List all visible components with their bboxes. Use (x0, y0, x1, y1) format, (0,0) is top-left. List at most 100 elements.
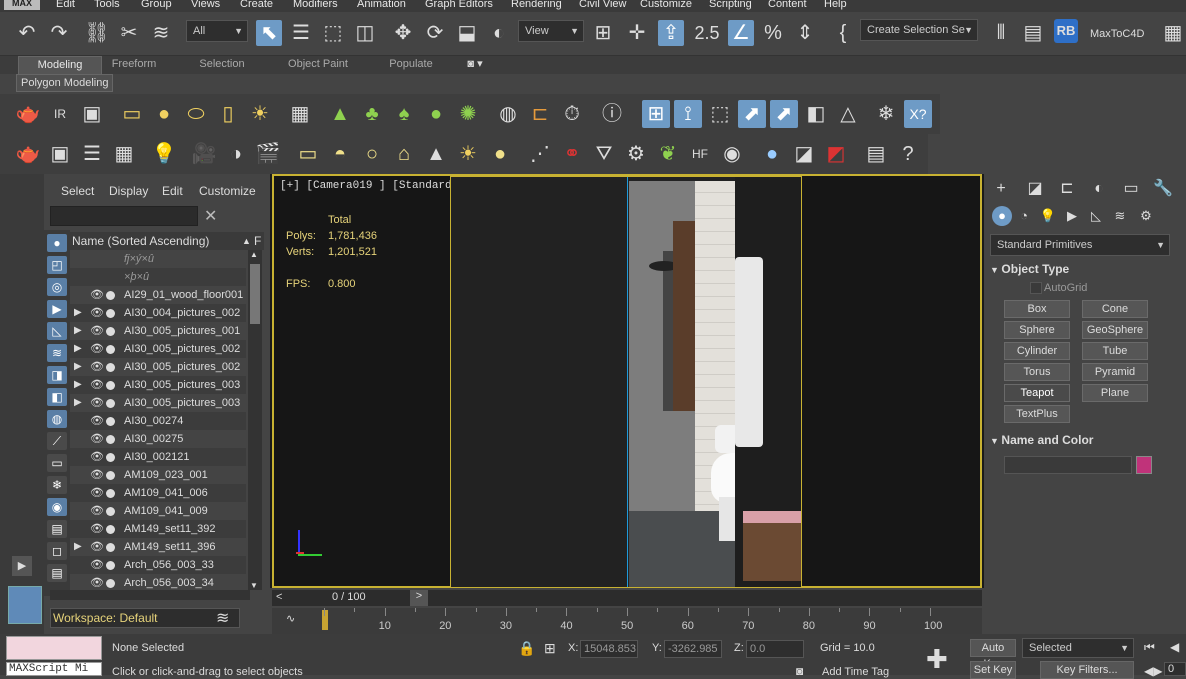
list-item[interactable]: ▶ 👁 AI30_004_pictures_002 (70, 304, 246, 322)
xp-icon[interactable]: X? (904, 100, 932, 128)
object-type-rollout[interactable]: ▼ Object Type (990, 262, 1166, 276)
rotate-icon[interactable]: ⟳ (422, 20, 448, 46)
list-item[interactable]: 👁 AM109_041_006 (70, 484, 246, 502)
filter-lights-icon[interactable]: ◎ (47, 278, 67, 296)
move-icon[interactable]: ✥ (390, 20, 416, 46)
systems-icon[interactable]: ⚙ (1136, 206, 1156, 226)
visibility-eye-icon[interactable]: 👁 (90, 520, 104, 538)
menu-se-customize[interactable]: Customize (199, 184, 256, 198)
visibility-eye-icon[interactable]: 👁 (90, 412, 104, 430)
place-icon[interactable]: ◐ (486, 20, 512, 46)
visibility-eye-icon[interactable]: 👁 (90, 502, 104, 520)
edit-named-selection-icon[interactable]: { (830, 20, 856, 46)
cone-button[interactable]: Cone (1082, 300, 1148, 318)
curve-editor-icon[interactable]: ∿ (286, 612, 295, 625)
render-setup-icon[interactable]: ☰ (78, 140, 106, 168)
menu-animation[interactable]: Animation (357, 0, 406, 10)
spinner-snap-icon[interactable]: ⇕ (792, 20, 818, 46)
filter-bones-icon[interactable]: ◍ (47, 410, 67, 428)
menu-customize[interactable]: Customize (640, 0, 692, 10)
unlink-icon[interactable]: ✂ (116, 20, 142, 46)
link-icon[interactable]: ⛓ (84, 20, 110, 46)
redo-icon[interactable]: ↷ (46, 20, 72, 46)
expand-icon[interactable]: ▶ (74, 538, 82, 556)
menu-se-edit[interactable]: Edit (162, 184, 183, 198)
menu-content[interactable]: Content (768, 0, 807, 10)
filter-spacewarps-icon[interactable]: ≋ (47, 344, 67, 362)
geosphere-button[interactable]: GeoSphere (1082, 321, 1148, 339)
material-editor-icon[interactable]: ◪ (790, 140, 818, 168)
visibility-eye-icon[interactable]: 👁 (90, 538, 104, 556)
set-key-button[interactable]: Set Key (970, 661, 1016, 679)
workspace-dropdown[interactable]: Workspace: Default (50, 608, 240, 628)
time-prev-icon[interactable]: < (276, 591, 282, 603)
time-tag-icon[interactable]: ◙ (796, 664, 803, 678)
tab-modeling[interactable]: Modeling (18, 56, 102, 74)
sphere-light-icon[interactable]: ● (150, 100, 178, 128)
help-icon[interactable]: ? (894, 140, 922, 168)
tent-icon[interactable]: ⛛ (590, 140, 618, 168)
vertex-snap-icon[interactable]: ⬚ (706, 100, 734, 128)
info-icon[interactable]: ⓘ (598, 100, 626, 128)
bind-space-warp-icon[interactable]: ≋ (148, 20, 174, 46)
hierarchy-icon[interactable]: ⊏ (526, 100, 554, 128)
list-item[interactable]: 👁 AI30_002121 (70, 448, 246, 466)
camera-icon[interactable]: 🎥 (190, 140, 218, 168)
polygon-modeling-button[interactable]: Polygon Modeling (16, 74, 114, 92)
mesh-light-icon[interactable]: ⌂ (390, 140, 418, 168)
teapot-icon[interactable]: 🫖 (14, 100, 42, 128)
name-color-rollout[interactable]: ▼ Name and Color (990, 433, 1166, 447)
filter-shapes-icon[interactable]: ◰ (47, 256, 67, 274)
menu-select[interactable]: Select (61, 184, 94, 198)
aperture-icon[interactable]: ✺ (454, 100, 482, 128)
snowflake-icon[interactable]: ❄ (872, 100, 900, 128)
vray-sphere-icon[interactable]: ● (758, 140, 786, 168)
clover-icon[interactable]: ♣ (358, 100, 386, 128)
pyramid-button[interactable]: Pyramid (1082, 363, 1148, 381)
go-to-start-icon[interactable]: ⏮ (1144, 640, 1155, 655)
expand-icon[interactable]: ▶ (74, 394, 82, 412)
teapot-render-icon[interactable]: 🫖 (14, 140, 42, 168)
autogrid-checkbox[interactable] (1030, 282, 1042, 294)
tube-button[interactable]: Tube (1082, 342, 1148, 360)
tab-freeform[interactable]: Freeform (104, 56, 164, 74)
menu-create[interactable]: Create (240, 0, 273, 10)
list-item[interactable]: ▶ 👁 AI30_005_pictures_002 (70, 340, 246, 358)
expand-icon[interactable]: ▶ (74, 322, 82, 340)
space-warps-icon[interactable]: ≋ (1110, 206, 1130, 226)
motion-tab-icon[interactable]: ◐ (1088, 178, 1110, 200)
visibility-eye-icon[interactable]: 👁 (90, 556, 104, 574)
menu-tools[interactable]: Tools (94, 0, 120, 10)
filter-helpers-icon[interactable]: ◺ (47, 322, 67, 340)
time-next-icon[interactable]: > (410, 590, 428, 606)
frame-buffer-icon[interactable]: ▣ (46, 140, 74, 168)
lock-selection-icon[interactable]: 🔒 (518, 640, 535, 657)
filter-particles-icon[interactable]: ⟋ (47, 432, 67, 450)
torus-button[interactable]: Torus (1004, 363, 1070, 381)
modify-tab-icon[interactable]: ◪ (1024, 178, 1046, 200)
close-icon[interactable]: ✕ (204, 206, 217, 226)
menu-help[interactable]: Help (824, 0, 847, 10)
light-lister-icon[interactable]: 💡 (150, 140, 178, 168)
material-browser-icon[interactable]: ◩ (822, 140, 850, 168)
plane-light-2-icon[interactable]: ▭ (294, 140, 322, 168)
grass-icon[interactable]: ❦ (654, 140, 682, 168)
list-item[interactable]: 👁 AI30_00274 (70, 412, 246, 430)
face-snap-icon[interactable]: ⬈ (770, 100, 798, 128)
select-manipulate-icon[interactable]: ✛ (624, 20, 650, 46)
list-item[interactable]: 👁 AI29_01_wood_floor001 (70, 286, 246, 304)
expand-icon[interactable]: ▶ (74, 340, 82, 358)
edge-snap-icon[interactable]: ⬈ (738, 100, 766, 128)
pivot-snap-icon[interactable]: ⟟ (674, 100, 702, 128)
filter-xrefs-icon[interactable]: ◧ (47, 388, 67, 406)
camera-viewport[interactable]: [+] [Camera019 ] [Standard ] [Default Sh… (272, 174, 982, 588)
scroll-down-icon[interactable]: ▼ (250, 581, 258, 590)
select-object-icon[interactable]: ⬉ (256, 20, 282, 46)
ambient-light-icon[interactable]: ● (486, 140, 514, 168)
selection-filter-dropdown[interactable]: All ▼ (186, 20, 248, 42)
key-selection-dropdown[interactable]: Selected ▼ (1022, 638, 1134, 658)
lights-icon[interactable]: 💡 (1038, 206, 1058, 226)
timeline-ruler[interactable]: ∿ 10 20 30 40 50 60 70 80 90 100 (272, 608, 982, 634)
filter-none-icon[interactable]: ◻ (47, 542, 67, 560)
menu-rendering[interactable]: Rendering (511, 0, 562, 10)
